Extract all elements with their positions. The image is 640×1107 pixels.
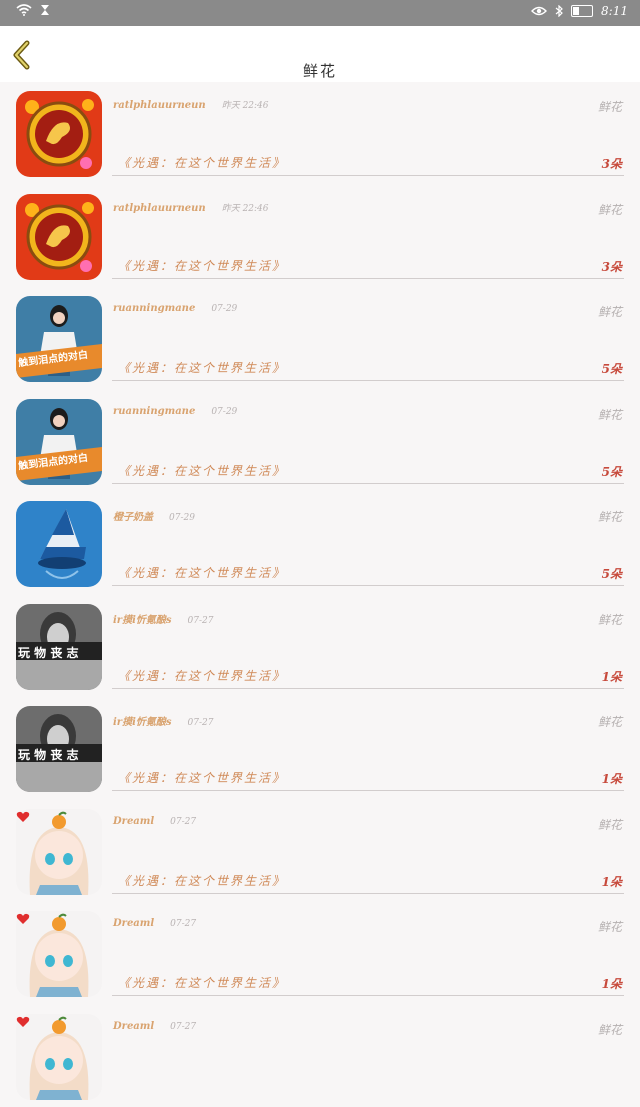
heart-icon	[16, 811, 30, 823]
hourglass-icon	[40, 4, 50, 16]
game-title: 《光遇：在这个世界生活》	[118, 257, 286, 274]
username-text: Dreaml	[113, 816, 154, 827]
username[interactable]: ratlphlauurneun 昨天 22:46	[113, 98, 269, 111]
status-time: 8:11	[601, 4, 628, 18]
avatar[interactable]	[16, 91, 102, 177]
gift-type-label: 鲜花	[598, 1021, 622, 1038]
row-divider	[112, 995, 624, 996]
avatar[interactable]	[16, 194, 102, 280]
gift-type-label: 鲜花	[598, 406, 622, 423]
list-item[interactable]: ratlphlauurneun 昨天 22:46 鲜花《光遇：在这个世界生活》 3朵	[0, 82, 640, 185]
game-title: 《光遇：在这个世界生活》	[118, 154, 286, 171]
avatar[interactable]: 玩 物 丧 志	[16, 604, 102, 690]
username[interactable]: Dreaml 07-27	[113, 816, 196, 827]
gift-type-label: 鲜花	[598, 713, 622, 730]
flower-count: 1朵	[602, 873, 622, 890]
username[interactable]: Dreaml 07-27	[113, 918, 196, 929]
flower-count: 1朵	[602, 975, 622, 992]
flower-count: 3朵	[602, 258, 622, 275]
list-item[interactable]: Dreaml 07-27 鲜花《光遇：在这个世界生活》 1朵	[0, 800, 640, 903]
flower-count: 3朵	[602, 155, 622, 172]
list-item[interactable]: Dreaml 07-27 鲜花	[0, 1005, 640, 1107]
username[interactable]: ir摸i忻氪酿s 07-27	[113, 611, 213, 626]
row-divider	[112, 688, 624, 689]
timestamp: 07-27	[170, 1022, 196, 1032]
gift-type-label: 鲜花	[598, 303, 622, 320]
username-text: ir摸i忻氪酿s	[113, 717, 172, 728]
username[interactable]: ir摸i忻氪酿s 07-27	[113, 713, 213, 728]
game-title: 《光遇：在这个世界生活》	[118, 769, 286, 786]
game-title: 《光遇：在这个世界生活》	[118, 974, 286, 991]
avatar-caption: 玩 物 丧 志	[18, 746, 79, 763]
row-divider	[112, 483, 624, 484]
flower-count: 5朵	[602, 565, 622, 582]
flower-count: 1朵	[602, 668, 622, 685]
username-text: ruanningmane	[113, 303, 195, 314]
username-text: Dreaml	[113, 1021, 154, 1032]
avatar[interactable]: 触到泪点的对白	[16, 399, 102, 485]
flower-count: 5朵	[602, 360, 622, 377]
list-item[interactable]: 玩 物 丧 志 ir摸i忻氪酿s 07-27 鲜花《光遇：在这个世界生活》 1朵	[0, 595, 640, 698]
page-title: 鲜花	[0, 60, 640, 81]
game-title: 《光遇：在这个世界生活》	[118, 872, 286, 889]
username[interactable]: ratlphlauurneun 昨天 22:46	[113, 201, 269, 214]
flower-count: 5朵	[602, 463, 622, 480]
header: 鲜花	[0, 26, 640, 82]
timestamp: 07-27	[170, 817, 196, 827]
username-text: ir摸i忻氪酿s	[113, 615, 172, 626]
timestamp: 07-27	[188, 718, 214, 728]
gift-type-label: 鲜花	[598, 201, 622, 218]
gift-type-label: 鲜花	[598, 98, 622, 115]
row-divider	[112, 380, 624, 381]
row-divider	[112, 585, 624, 586]
bluetooth-icon	[555, 5, 563, 17]
heart-icon	[16, 913, 30, 925]
username[interactable]: ruanningmane 07-29	[113, 406, 237, 417]
row-divider	[112, 790, 624, 791]
eye-icon	[531, 6, 547, 16]
avatar[interactable]: 触到泪点的对白	[16, 296, 102, 382]
list-item[interactable]: Dreaml 07-27 鲜花《光遇：在这个世界生活》 1朵	[0, 902, 640, 1005]
row-divider	[112, 893, 624, 894]
timestamp: 昨天 22:46	[222, 204, 269, 214]
list-item[interactable]: 触到泪点的对白 ruanningmane 07-29 鲜花《光遇：在这个世界生活》 5朵	[0, 390, 640, 493]
game-title: 《光遇：在这个世界生活》	[118, 564, 286, 581]
username[interactable]: Dreaml 07-27	[113, 1021, 196, 1032]
flower-count: 1朵	[602, 770, 622, 787]
status-bar: 8:11	[0, 0, 640, 26]
list-item[interactable]: 触到泪点的对白 ruanningmane 07-29 鲜花《光遇：在这个世界生活》 5朵	[0, 287, 640, 390]
flower-list: ratlphlauurneun昨天 22:46鲜花《光遇：在这个世界生活》3朵r…	[0, 82, 640, 1107]
row-divider	[112, 278, 624, 279]
username-text: ruanningmane	[113, 406, 195, 417]
row-divider	[112, 175, 624, 176]
timestamp: 07-29	[169, 513, 195, 523]
avatar[interactable]	[16, 501, 102, 587]
username[interactable]: ruanningmane 07-29	[113, 303, 237, 314]
gift-type-label: 鲜花	[598, 816, 622, 833]
username[interactable]: 橙子奶盖 07-29	[113, 508, 195, 523]
username-text: ratlphlauurneun	[113, 100, 206, 111]
list-item[interactable]: 玩 物 丧 志 ir摸i忻氪酿s 07-27 鲜花《光遇：在这个世界生活》 1朵	[0, 697, 640, 800]
heart-icon	[16, 1016, 30, 1028]
gift-type-label: 鲜花	[598, 918, 622, 935]
game-title: 《光遇：在这个世界生活》	[118, 462, 286, 479]
timestamp: 07-27	[188, 616, 214, 626]
gift-type-label: 鲜花	[598, 611, 622, 628]
timestamp: 07-29	[211, 407, 237, 417]
avatar[interactable]: 玩 物 丧 志	[16, 706, 102, 792]
wifi-icon	[16, 4, 32, 16]
username-text: ratlphlauurneun	[113, 203, 206, 214]
gift-type-label: 鲜花	[598, 508, 622, 525]
game-title: 《光遇：在这个世界生活》	[118, 359, 286, 376]
username-text: Dreaml	[113, 918, 154, 929]
game-title: 《光遇：在这个世界生活》	[118, 667, 286, 684]
username-text: 橙子奶盖	[113, 512, 153, 523]
list-item[interactable]: ratlphlauurneun 昨天 22:46 鲜花《光遇：在这个世界生活》 3朵	[0, 185, 640, 288]
battery-icon	[571, 5, 593, 17]
list-item[interactable]: 橙子奶盖 07-29 鲜花《光遇：在这个世界生活》 5朵	[0, 492, 640, 595]
avatar-caption: 玩 物 丧 志	[18, 644, 79, 661]
timestamp: 07-29	[211, 304, 237, 314]
timestamp: 07-27	[170, 919, 196, 929]
timestamp: 昨天 22:46	[222, 101, 269, 111]
